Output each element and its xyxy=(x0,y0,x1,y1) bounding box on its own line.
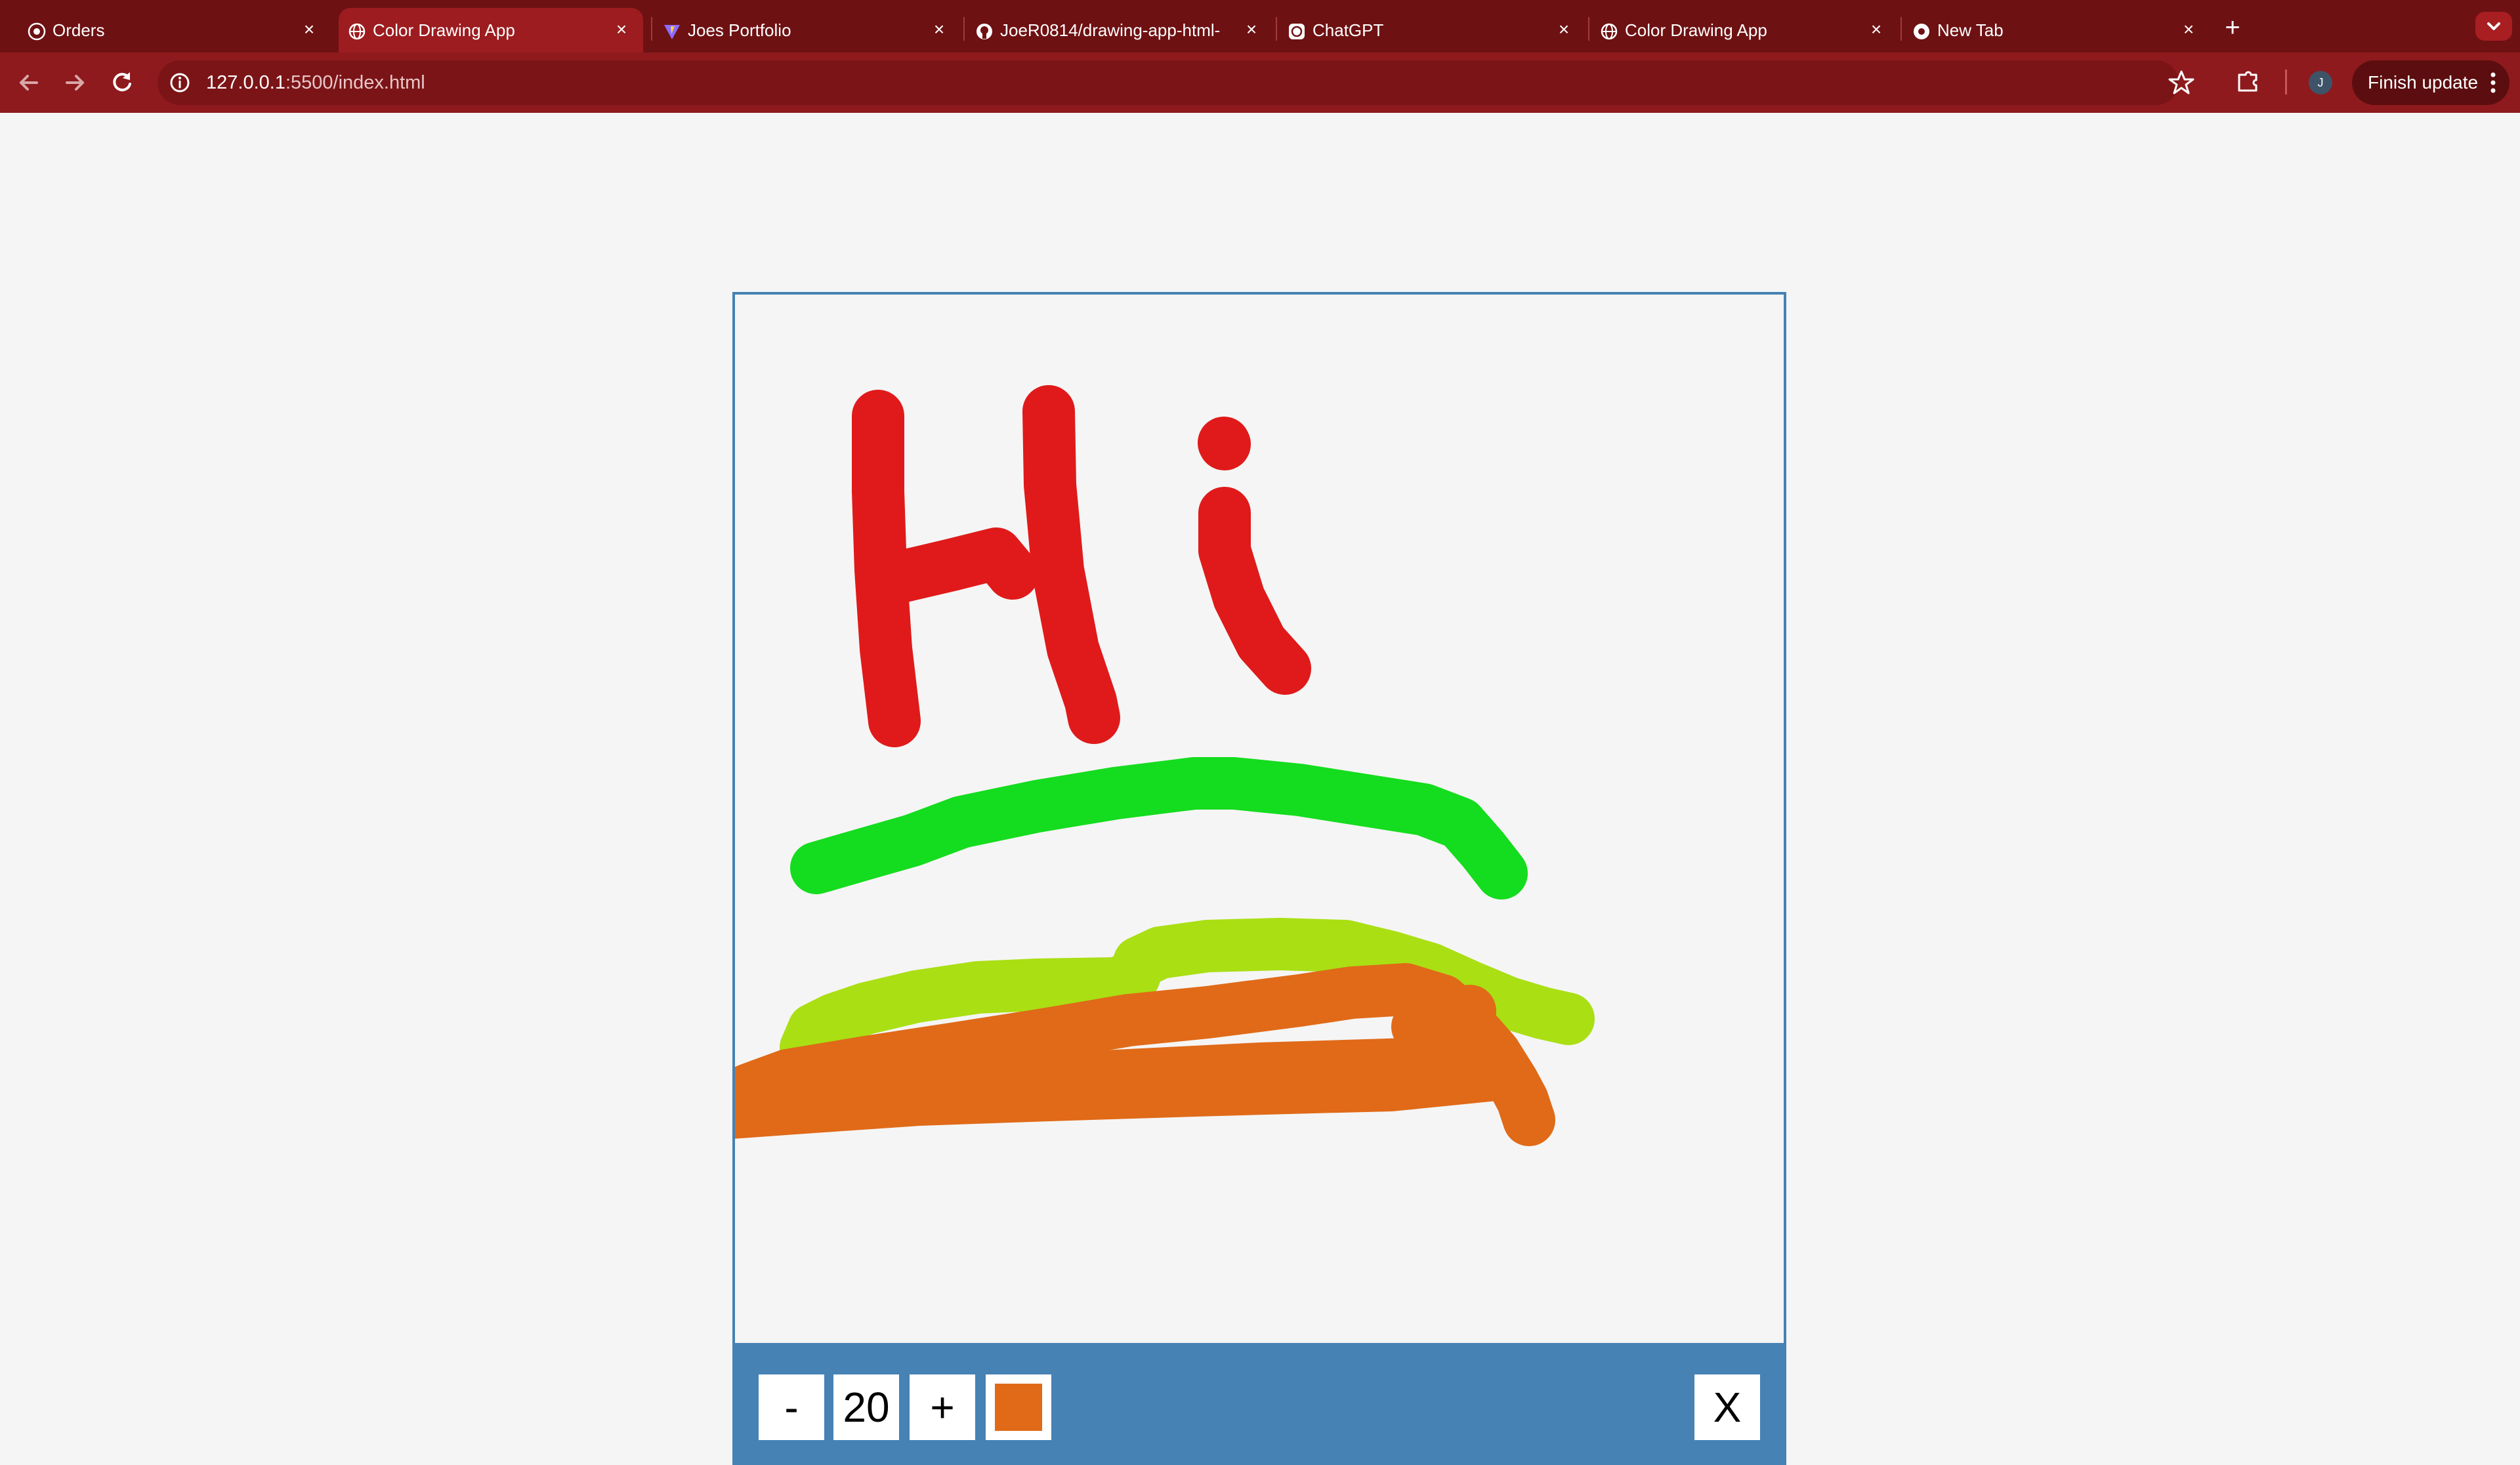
page-viewport: - 20 + X xyxy=(0,113,2520,1465)
tab-color-drawing-app-2[interactable]: Color Drawing App × xyxy=(1591,8,1898,52)
globe-icon xyxy=(1601,23,1618,40)
address-bar[interactable]: 127.0.0.1:5500/index.html xyxy=(158,60,2179,105)
close-icon[interactable]: × xyxy=(1242,20,1261,39)
stroke-green xyxy=(790,757,1528,899)
tab-separator xyxy=(963,17,965,41)
orders-icon xyxy=(28,22,46,41)
bookmark-star-icon[interactable] xyxy=(2168,70,2194,96)
close-icon[interactable]: × xyxy=(612,20,631,39)
chrome-icon xyxy=(1914,24,1929,39)
url-text[interactable]: 127.0.0.1:5500/index.html xyxy=(206,60,425,105)
url-host: 127.0.0.1 xyxy=(206,72,285,93)
tab-color-drawing-app[interactable]: Color Drawing App × xyxy=(339,8,643,52)
tab-title: Color Drawing App xyxy=(1625,20,1767,40)
canvas-drawing xyxy=(735,385,1595,1146)
tab-orders[interactable]: Orders × xyxy=(18,8,331,52)
decrease-size-button[interactable]: - xyxy=(759,1374,824,1440)
stroke-h-right xyxy=(1022,385,1120,744)
url-path: :5500/index.html xyxy=(285,72,425,93)
browser-chrome: Orders × Color Drawing App × Joes Portfo… xyxy=(0,0,2520,113)
color-picker[interactable] xyxy=(986,1374,1051,1440)
color-swatch xyxy=(995,1384,1042,1431)
close-icon[interactable]: × xyxy=(2179,20,2198,39)
tab-title: ChatGPT xyxy=(1312,20,1384,40)
tab-title: Joes Portfolio xyxy=(688,20,791,40)
more-vertical-icon xyxy=(2490,72,2496,93)
tab-github-repo[interactable]: JoeR0814/drawing-app-html- × xyxy=(966,8,1273,52)
stroke-orange-fill xyxy=(748,1036,1528,1121)
vite-icon xyxy=(664,25,680,39)
close-icon[interactable]: × xyxy=(299,20,319,39)
extensions-icon[interactable] xyxy=(2234,66,2263,94)
tab-chatgpt[interactable]: ChatGPT × xyxy=(1278,8,1586,52)
info-icon[interactable] xyxy=(169,72,190,93)
browser-toolbar: 127.0.0.1:5500/index.html xyxy=(0,52,2520,113)
tab-separator xyxy=(1588,17,1589,41)
stroke-orange-loop xyxy=(1391,985,1496,1062)
tab-separator xyxy=(1276,17,1277,41)
back-arrow-icon[interactable] xyxy=(13,67,45,98)
chatgpt-icon xyxy=(1289,24,1305,39)
toolbox: - 20 + X xyxy=(732,1346,1786,1465)
reload-icon[interactable] xyxy=(106,67,138,98)
toolbar-divider xyxy=(2285,70,2287,94)
drawing-canvas[interactable] xyxy=(732,292,1786,1346)
finish-update-label: Finish update xyxy=(2368,72,2479,93)
tab-title: Color Drawing App xyxy=(373,20,515,40)
github-icon xyxy=(976,24,992,39)
chevron-down-icon xyxy=(2487,22,2500,30)
globe-icon xyxy=(348,23,366,40)
profile-avatar[interactable]: J xyxy=(2309,71,2332,94)
close-icon[interactable]: × xyxy=(929,20,949,39)
stroke-i-body xyxy=(1198,487,1311,695)
tab-separator xyxy=(1900,17,1902,41)
close-icon[interactable]: × xyxy=(1866,20,1886,39)
stroke-i-dot xyxy=(1198,417,1251,470)
new-tab-button[interactable]: + xyxy=(2218,13,2247,42)
tab-joes-portfolio[interactable]: Joes Portfolio × xyxy=(654,8,961,52)
stroke-h-bar xyxy=(861,527,1039,606)
close-icon[interactable]: × xyxy=(1554,20,1574,39)
tab-title: JoeR0814/drawing-app-html- xyxy=(1000,20,1221,40)
tab-strip: Orders × Color Drawing App × Joes Portfo… xyxy=(0,0,2520,52)
tab-title: Orders xyxy=(52,20,105,40)
tab-new-tab[interactable]: New Tab × xyxy=(1903,8,2210,52)
tab-separator xyxy=(651,17,652,41)
increase-size-button[interactable]: + xyxy=(910,1374,975,1440)
clear-button[interactable]: X xyxy=(1694,1374,1760,1440)
tab-title: New Tab xyxy=(1937,20,2004,40)
tab-search-button[interactable] xyxy=(2475,12,2512,41)
brush-size-value: 20 xyxy=(833,1374,899,1440)
finish-update-button[interactable]: Finish update xyxy=(2352,60,2510,105)
forward-arrow-icon[interactable] xyxy=(59,67,91,98)
